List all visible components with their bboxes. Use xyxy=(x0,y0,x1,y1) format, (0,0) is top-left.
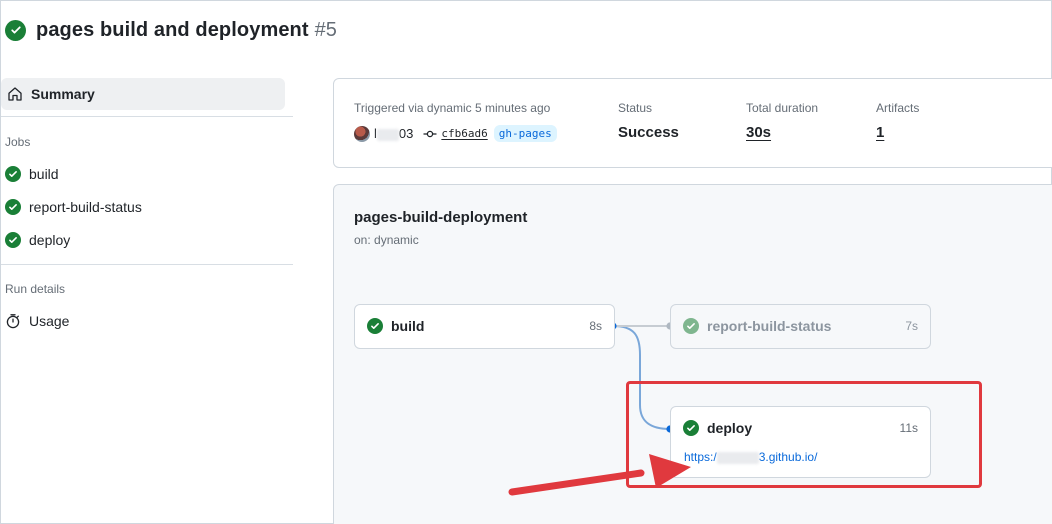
duration-info: Total duration 30s xyxy=(746,101,818,141)
sidebar-item-label: build xyxy=(29,166,59,182)
jobs-section-label: Jobs xyxy=(5,135,31,149)
stopwatch-icon xyxy=(6,314,20,329)
sidebar-item-deploy[interactable]: deploy xyxy=(5,228,70,252)
artifacts-info: Artifacts 1 xyxy=(876,101,919,141)
status-info: Status Success xyxy=(618,101,679,141)
highlight-box xyxy=(626,381,982,488)
success-check-icon xyxy=(5,232,21,248)
job-name: report-build-status xyxy=(707,318,832,334)
sidebar-item-report-build-status[interactable]: report-build-status xyxy=(5,195,142,219)
divider xyxy=(1,264,293,265)
git-commit-icon xyxy=(423,130,437,137)
job-name: build xyxy=(391,318,425,334)
avatar[interactable] xyxy=(354,125,370,142)
job-duration: 7s xyxy=(905,319,918,333)
divider xyxy=(1,116,293,117)
success-check-icon xyxy=(5,19,26,41)
run-number: #5 xyxy=(314,18,337,41)
trigger-info: Triggered via dynamic 5 minutes ago l 03 … xyxy=(354,101,557,142)
sidebar-item-label: deploy xyxy=(29,232,71,248)
branch-label[interactable]: gh-pages xyxy=(493,125,557,142)
artifacts-link[interactable]: 1 xyxy=(876,124,919,141)
success-check-icon xyxy=(5,199,21,215)
actor-name[interactable]: l 03 xyxy=(374,126,413,141)
job-duration: 8s xyxy=(589,319,602,333)
workflow-run-page: pages build and deployment #5 Summary Jo… xyxy=(1,1,1052,524)
run-details-section-label: Run details xyxy=(5,282,66,296)
sidebar-item-label: report-build-status xyxy=(29,199,142,215)
sidebar-item-summary[interactable]: Summary xyxy=(1,78,285,110)
job-box-report-build-status[interactable]: report-build-status 7s xyxy=(670,304,931,349)
sidebar-item-label: Usage xyxy=(29,313,70,329)
artifacts-label: Artifacts xyxy=(876,101,920,115)
run-title: pages build and deployment xyxy=(36,18,309,41)
status-label: Status xyxy=(618,101,653,115)
job-box-build[interactable]: build 8s xyxy=(354,304,615,349)
home-icon xyxy=(8,87,22,101)
triggered-label: Triggered via dynamic 5 minutes ago xyxy=(354,101,551,115)
redacted-block xyxy=(376,128,399,141)
trigger-row: l 03 cfb6ad6 gh-pages xyxy=(354,125,557,142)
success-check-icon xyxy=(5,166,21,182)
sidebar-item-label: Summary xyxy=(31,86,95,102)
run-summary-card: Triggered via dynamic 5 minutes ago l 03 … xyxy=(333,78,1052,168)
run-header: pages build and deployment #5 xyxy=(5,15,337,45)
sidebar-item-build[interactable]: build xyxy=(5,162,59,186)
commit-link[interactable]: cfb6ad6 xyxy=(423,127,488,140)
sidebar-item-usage[interactable]: Usage xyxy=(5,309,69,333)
duration-link[interactable]: 30s xyxy=(746,124,818,141)
status-value: Success xyxy=(618,124,679,141)
actor-name-end: 03 xyxy=(398,126,414,141)
commit-sha: cfb6ad6 xyxy=(441,127,488,140)
success-check-icon xyxy=(367,318,383,334)
duration-label: Total duration xyxy=(746,101,819,115)
success-check-icon xyxy=(683,318,699,334)
